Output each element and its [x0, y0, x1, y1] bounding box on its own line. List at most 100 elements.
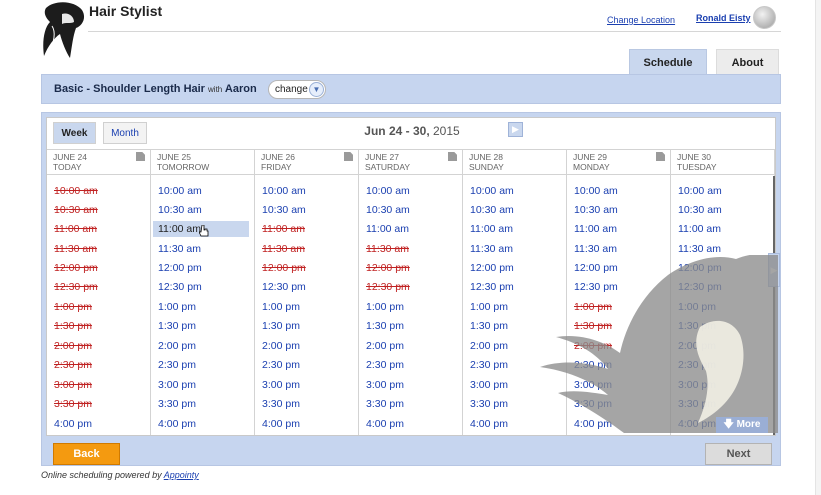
time-slot[interactable]: 11:00 am: [365, 221, 461, 237]
time-slot[interactable]: 11:00 am: [573, 221, 669, 237]
time-slot[interactable]: 3:00 pm: [573, 377, 669, 393]
time-slot[interactable]: 1:00 pm: [677, 299, 773, 315]
time-slot[interactable]: 3:30 pm: [365, 396, 461, 412]
day-header: JUNE 27 SATURDAY: [359, 150, 462, 175]
time-slot[interactable]: 10:00 am: [573, 183, 669, 199]
time-slot[interactable]: 1:00 pm: [261, 299, 357, 315]
time-slot[interactable]: 12:30 pm: [677, 279, 773, 295]
time-slot[interactable]: 11:30 am: [677, 241, 773, 257]
time-slot[interactable]: 1:30 pm: [261, 318, 357, 334]
day-column: JUNE 24 TODAY 10:00 am 10:30 am 11:00 am 11:3…: [47, 150, 151, 436]
time-slot[interactable]: 12:00 pm: [469, 260, 565, 276]
time-slot[interactable]: 3:30 pm: [573, 396, 669, 412]
time-slot[interactable]: 2:00 pm: [157, 338, 253, 354]
time-slot[interactable]: 4:00 pm: [157, 416, 253, 432]
time-slot[interactable]: 3:30 pm: [677, 396, 773, 412]
day-date: JUNE 28: [469, 152, 504, 162]
time-slot[interactable]: 2:00 pm: [365, 338, 461, 354]
time-slot[interactable]: 1:00 pm: [469, 299, 565, 315]
edit-note-icon[interactable]: [136, 152, 145, 161]
time-slot[interactable]: 10:00 am: [469, 183, 565, 199]
day-name: TUESDAY: [677, 162, 717, 172]
time-slot[interactable]: 3:00 pm: [261, 377, 357, 393]
time-slot[interactable]: 4:00 pm: [53, 416, 149, 432]
time-slot[interactable]: 10:30 am: [573, 202, 669, 218]
time-slot[interactable]: 10:00 am: [157, 183, 253, 199]
time-slot[interactable]: 2:30 pm: [365, 357, 461, 373]
back-button[interactable]: Back: [53, 443, 120, 465]
more-label: More: [736, 419, 761, 430]
next-button[interactable]: Next: [705, 443, 772, 465]
time-slot[interactable]: 11:30 am: [573, 241, 669, 257]
time-slot[interactable]: 2:00 pm: [677, 338, 773, 354]
time-slot[interactable]: 10:00 am: [261, 183, 357, 199]
time-slot[interactable]: 1:30 pm: [157, 318, 253, 334]
time-slot[interactable]: 2:30 pm: [677, 357, 773, 373]
time-slot[interactable]: 4:30 pm: [53, 435, 149, 436]
tab-schedule[interactable]: Schedule: [629, 49, 707, 75]
tab-about[interactable]: About: [716, 49, 779, 75]
time-slot[interactable]: 4:00 pm: [365, 416, 461, 432]
time-slot[interactable]: 1:00 pm: [157, 299, 253, 315]
time-slot[interactable]: 2:00 pm: [261, 338, 357, 354]
time-slot[interactable]: 10:30 am: [365, 202, 461, 218]
time-slot[interactable]: 10:30 am: [469, 202, 565, 218]
time-slot[interactable]: 11:30 am: [469, 241, 565, 257]
time-slot[interactable]: 10:00 am: [677, 183, 773, 199]
time-slot[interactable]: 4:00 pm: [469, 416, 565, 432]
time-slot[interactable]: 12:30 pm: [157, 279, 253, 295]
change-location-link[interactable]: Change Location: [607, 15, 675, 25]
time-slot-unavailable: 11:00 am: [262, 223, 305, 235]
time-slot[interactable]: 4:30 pm: [261, 435, 357, 436]
time-slot[interactable]: 3:00 pm: [157, 377, 253, 393]
time-slot[interactable]: 10:30 am: [157, 202, 253, 218]
time-slot[interactable]: 2:30 pm: [261, 357, 357, 373]
time-slot[interactable]: 1:30 pm: [469, 318, 565, 334]
time-slot[interactable]: 4:00 pm: [261, 416, 357, 432]
change-service-button[interactable]: change ▼: [268, 80, 326, 99]
time-slot[interactable]: 3:30 pm: [261, 396, 357, 412]
edit-note-icon[interactable]: [448, 152, 457, 161]
time-slot[interactable]: 3:30 pm: [469, 396, 565, 412]
time-slot-list: 10:00 am 10:30 am 11:00 am 11:30 am 12:00 pm…: [671, 175, 774, 435]
time-slot[interactable]: 2:00 pm: [469, 338, 565, 354]
time-slot[interactable]: 12:00 pm: [677, 260, 773, 276]
time-slot-list: 10:00 am 10:30 am 11:00 am 11:30 am 12:00 pm…: [359, 175, 462, 436]
time-slot[interactable]: 2:30 pm: [157, 357, 253, 373]
time-slot[interactable]: 1:30 pm: [365, 318, 461, 334]
time-slot[interactable]: 11:00 am: [677, 221, 773, 237]
day-header: JUNE 30 TUESDAY: [671, 150, 774, 175]
scrollbar[interactable]: [773, 176, 775, 435]
more-button[interactable]: 🡇 More: [716, 417, 768, 433]
time-slot[interactable]: 11:30 am: [157, 241, 253, 257]
time-slot[interactable]: 3:00 pm: [469, 377, 565, 393]
time-slot[interactable]: 11:00 am: [153, 221, 249, 237]
expand-panel-arrow-icon[interactable]: ▶: [768, 253, 780, 287]
edit-note-icon[interactable]: [344, 152, 353, 161]
next-week-arrow-icon[interactable]: ▶: [508, 122, 523, 137]
time-slot-unavailable: 12:30 pm: [366, 281, 410, 293]
time-slot[interactable]: 4:00 pm: [573, 416, 669, 432]
time-slot[interactable]: 12:30 pm: [261, 279, 357, 295]
time-slot[interactable]: 1:30 pm: [677, 318, 773, 334]
time-slot[interactable]: 10:30 am: [261, 202, 357, 218]
user-name-link[interactable]: Ronald Eisty: [696, 13, 751, 23]
time-slot[interactable]: 3:00 pm: [365, 377, 461, 393]
time-slot[interactable]: 3:00 pm: [677, 377, 773, 393]
time-slot[interactable]: 12:00 pm: [573, 260, 669, 276]
time-slot[interactable]: 12:00 pm: [157, 260, 253, 276]
time-slot[interactable]: 12:30 pm: [573, 279, 669, 295]
time-slot[interactable]: 4:30 pm: [573, 435, 669, 436]
time-slot[interactable]: 2:30 pm: [573, 357, 669, 373]
time-slot[interactable]: 1:00 pm: [365, 299, 461, 315]
time-slot[interactable]: 11:00 am: [469, 221, 565, 237]
time-slot-unavailable: 2:00 pm: [574, 340, 612, 352]
time-slot[interactable]: 10:00 am: [365, 183, 461, 199]
time-slot[interactable]: 2:30 pm: [469, 357, 565, 373]
appointy-link[interactable]: Appointy: [164, 470, 199, 480]
time-slot[interactable]: 4:30 pm: [365, 435, 461, 436]
time-slot[interactable]: 10:30 am: [677, 202, 773, 218]
avatar[interactable]: [753, 6, 776, 29]
time-slot[interactable]: 12:30 pm: [469, 279, 565, 295]
time-slot[interactable]: 3:30 pm: [157, 396, 253, 412]
